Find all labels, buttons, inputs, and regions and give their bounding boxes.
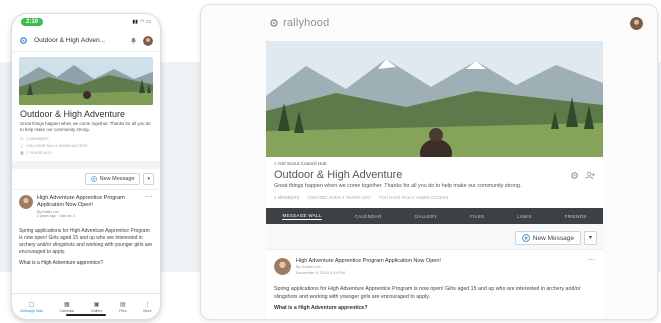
author-avatar: [19, 195, 33, 210]
hub-name-row: Outdoor & High Adventure: [266, 167, 603, 181]
meta-members: ◎ 2 MEMBERS: [20, 136, 49, 142]
cover-image: [19, 57, 153, 105]
hub-meta: 2 MEMBERS CREATED OVER 2 YEARS AGO YOU H…: [266, 191, 603, 204]
calendar-icon: ▦: [64, 301, 70, 308]
tab-calendar[interactable]: ▦ Calendar: [60, 301, 75, 313]
bell-icon[interactable]: [130, 37, 137, 44]
hub-description: Great things happen when we come togethe…: [274, 183, 522, 189]
tab-calendar[interactable]: CALENDAR: [355, 214, 382, 219]
add-member-icon[interactable]: [585, 171, 595, 180]
plus-circle-icon: [90, 176, 97, 183]
tab-message-wall[interactable]: ▢ Message Wall: [20, 301, 42, 313]
user-avatar[interactable]: [143, 35, 153, 46]
new-message-row: New Message ▾: [12, 169, 160, 191]
people-icon: ◎: [20, 137, 24, 142]
tablet-device: rallyhood < Girl Scout Council Hub Outdo…: [200, 4, 658, 320]
new-message-row: New Message ▾: [266, 224, 603, 250]
meta-age: ▦ 2 YEARS AGO: [20, 150, 52, 156]
tab-gallery[interactable]: GALLERY: [414, 214, 437, 219]
top-bar: rallyhood: [201, 5, 657, 41]
status-time: 2:10: [21, 18, 44, 26]
plus-circle-icon: [521, 234, 530, 242]
hub-content: < Girl Scout Council Hub Outdoor & High …: [266, 41, 603, 319]
rallyhood-logo-icon[interactable]: [19, 36, 28, 45]
image-icon: ▣: [93, 301, 100, 308]
warning-icon: △: [20, 144, 23, 149]
more-options-icon[interactable]: ···: [587, 256, 595, 264]
calendar-icon: ▦: [20, 151, 24, 156]
new-message-button[interactable]: New Message: [84, 173, 141, 186]
more-icon: ⋮: [144, 301, 151, 308]
meta-admin: YOU HAVE RALLY ADMIN ACCESS: [378, 195, 449, 200]
post-card[interactable]: High Adventure Apprentice Program Applic…: [12, 190, 160, 222]
post-timestamp: 2 years ago · Jobs for 4: [37, 213, 75, 218]
user-avatar[interactable]: [630, 16, 643, 30]
post-body: Spring applications for High Adventure A…: [19, 227, 153, 256]
settings-gear-icon[interactable]: [570, 171, 579, 180]
meta-admin: △ YOU HAVE RALLY ADMIN ACCESS: [20, 143, 88, 149]
tab-friends[interactable]: FRIENDS: [565, 214, 587, 219]
new-message-dropdown[interactable]: ▾: [583, 231, 597, 245]
post-timestamp: December 9, 2024 5:14 PM: [296, 270, 345, 275]
battery-icon: ▭: [146, 19, 151, 25]
home-indicator: [66, 314, 106, 316]
cover-image: [266, 41, 603, 157]
post-card[interactable]: High Adventure Apprentice Program Applic…: [266, 250, 603, 276]
tab-files[interactable]: ▤ Files: [119, 301, 127, 313]
post-subheading: What is a High Adventure apprentice?: [19, 259, 103, 266]
post-body: Spring applications for High Adventure A…: [274, 286, 581, 300]
header-title: Outdoor & High Adven...: [34, 37, 106, 44]
hub-description: Great things happen when we come togethe…: [20, 121, 151, 133]
status-icons: ▮▮ ◠ ▭: [132, 19, 151, 25]
new-message-dropdown[interactable]: ▾: [143, 173, 154, 186]
app-header: Outdoor & High Adven...: [12, 30, 160, 52]
hub-name-row: Outdoor & High Adventure: [12, 105, 160, 119]
breadcrumb[interactable]: < Girl Scout Council Hub: [266, 157, 603, 167]
post-title[interactable]: High Adventure Apprentice Program Applic…: [37, 195, 141, 209]
rallyhood-logo[interactable]: rallyhood: [269, 17, 329, 29]
phone-device: 2:10 ▮▮ ◠ ▭ Outdoor & High Adven... Outd…: [11, 13, 161, 320]
post-subheading: What is a High Adventure apprentice?: [274, 304, 368, 311]
status-bar: 2:10 ▮▮ ◠ ▭: [12, 14, 160, 30]
file-icon: ▤: [120, 301, 126, 308]
tab-message-wall[interactable]: MESSAGE WALL: [282, 213, 322, 220]
rallyhood-gear-icon: [270, 19, 278, 27]
signal-icon: ▮▮: [132, 19, 138, 25]
tab-more[interactable]: ⋮ More: [143, 301, 151, 313]
new-message-button[interactable]: New Message: [514, 231, 581, 245]
more-options-icon[interactable]: ···: [145, 193, 153, 201]
hub-nav: MESSAGE WALL CALENDAR GALLERY FILES LINK…: [266, 208, 603, 224]
chat-icon: ▢: [28, 301, 35, 308]
hub-name: Outdoor & High Adventure: [274, 169, 403, 181]
divider: [12, 161, 160, 170]
tab-links[interactable]: LINKS: [517, 214, 532, 219]
tab-files[interactable]: FILES: [470, 214, 484, 219]
wifi-icon: ◠: [139, 19, 145, 25]
tab-gallery[interactable]: ▣ Gallery: [91, 301, 102, 313]
meta-created: CREATED OVER 2 YEARS AGO: [307, 195, 371, 200]
meta-members: 2 MEMBERS: [274, 195, 300, 200]
hub-name: Outdoor & High Adventure: [20, 109, 126, 119]
author-avatar: [274, 258, 291, 275]
